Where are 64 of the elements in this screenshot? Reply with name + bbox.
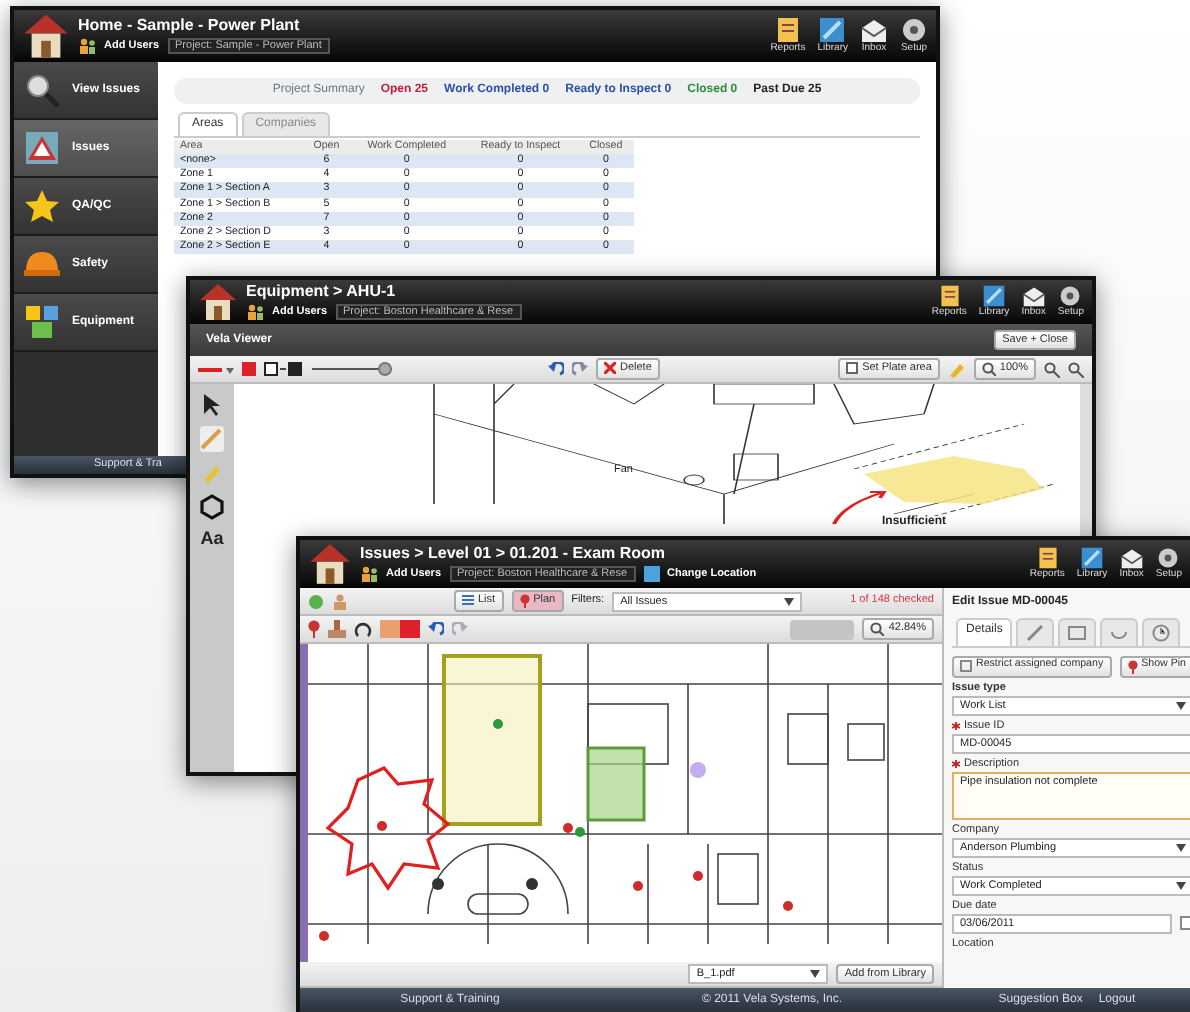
window-title: Home - Sample - Power Plant (78, 17, 302, 36)
pointer-icon[interactable] (200, 392, 224, 418)
caret-icon (784, 597, 795, 605)
zoom-icon (870, 622, 885, 636)
undo-icon[interactable] (548, 361, 564, 377)
reports-icon[interactable] (773, 16, 802, 45)
photo-tab[interactable] (1058, 617, 1097, 646)
blocks-icon (24, 304, 60, 340)
marker-icon[interactable] (200, 460, 224, 486)
zoom-in-icon[interactable] (1044, 361, 1060, 377)
settings-icon[interactable] (900, 16, 928, 45)
line-color-icon[interactable] (198, 363, 234, 375)
clock-tab[interactable] (1142, 617, 1181, 646)
text-tool[interactable]: Aa (200, 528, 224, 549)
list-icon (462, 594, 474, 607)
caret-icon (1175, 701, 1186, 710)
fill-mode-icon[interactable] (264, 362, 304, 376)
envelope-icon[interactable] (1119, 546, 1144, 571)
house-icon[interactable] (22, 12, 70, 60)
close-icon (604, 362, 616, 375)
pin-icon (519, 594, 530, 608)
photo-icon (1068, 623, 1087, 642)
search-icon (24, 72, 60, 108)
comment-tab[interactable] (1100, 617, 1139, 646)
color-swatch-icon[interactable] (380, 620, 420, 638)
polygon-icon[interactable] (200, 494, 224, 520)
zoom-icon (981, 362, 996, 376)
undo-icon[interactable] (428, 621, 444, 637)
house-icon[interactable] (308, 542, 352, 586)
envelope-icon[interactable] (860, 16, 888, 45)
users-icon (246, 303, 264, 320)
caret-icon (1175, 881, 1186, 890)
library-icon[interactable] (1080, 546, 1105, 571)
window-title: Equipment > AHU-1 (246, 283, 398, 302)
window-title: Issues > Level 01 > 01.201 - Exam Room (360, 545, 668, 564)
pencil-tab[interactable] (1016, 617, 1055, 646)
stamp-icon[interactable] (328, 620, 346, 638)
arrow-mark (832, 490, 886, 526)
pencil-icon (1026, 623, 1045, 642)
calendar-icon[interactable] (1179, 916, 1190, 931)
settings-icon[interactable] (1156, 546, 1181, 571)
redo-icon[interactable] (572, 361, 588, 377)
clock-icon (1152, 623, 1171, 642)
pin-icon (1127, 659, 1138, 674)
library-icon[interactable] (982, 284, 1007, 309)
reports-icon[interactable] (937, 284, 962, 309)
slider-thumb[interactable] (378, 362, 392, 376)
stroke-slider[interactable] (312, 362, 392, 376)
house-icon[interactable] (198, 282, 238, 322)
users-icon (360, 565, 378, 582)
caret-icon (1175, 843, 1186, 852)
library-icon[interactable] (818, 16, 847, 45)
zoom-out-icon[interactable] (1068, 361, 1084, 377)
warning-sign-icon (24, 130, 60, 166)
users-icon (78, 37, 96, 54)
caret-icon (810, 969, 821, 978)
pin-icon[interactable] (308, 620, 320, 638)
settings-icon[interactable] (1058, 284, 1083, 309)
fill-color-icon[interactable] (242, 362, 256, 376)
hard-hat-icon (24, 246, 60, 282)
reports-icon[interactable] (1035, 546, 1060, 571)
checkbox-icon (846, 362, 859, 375)
star-icon (24, 188, 60, 224)
envelope-icon[interactable] (1021, 284, 1046, 309)
